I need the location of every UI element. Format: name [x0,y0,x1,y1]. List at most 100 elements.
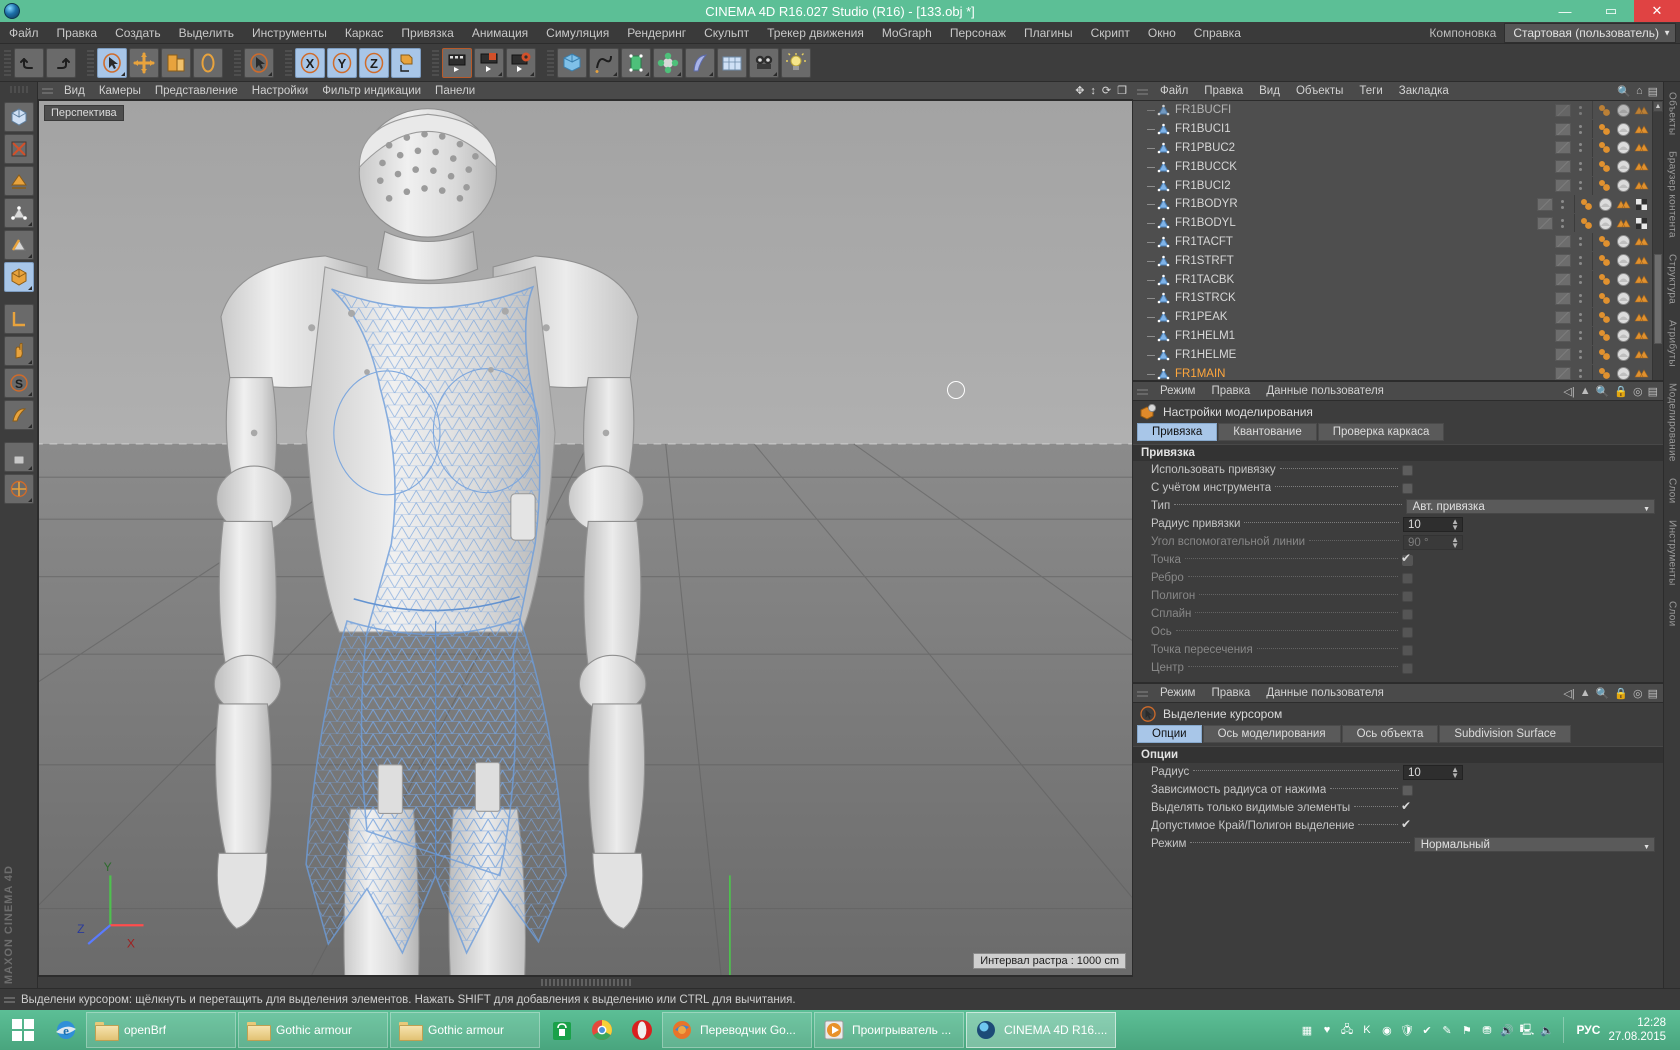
uvw-tag-icon[interactable] [1634,178,1649,193]
checkmark-icon[interactable]: ✔ [1418,1022,1435,1039]
object-row[interactable]: FR1HELM1 [1133,326,1652,346]
layer-swatch[interactable] [1555,310,1571,324]
selection-option-number-field[interactable]: 10 ▲ ▼ [1403,764,1463,780]
volume-icon[interactable]: 🔊 [1498,1022,1515,1039]
object-row[interactable]: FR1BUCCK [1133,157,1652,176]
uvw-tag-icon[interactable] [1634,272,1649,287]
camera-icon[interactable] [749,47,779,78]
toolbar-grip-5[interactable] [432,47,439,78]
object-row[interactable]: FR1STRCK [1133,289,1652,308]
object-mode-icon[interactable] [3,262,34,292]
scrollbar-grip[interactable] [540,979,631,986]
polygon-object-icon[interactable] [1157,217,1170,229]
snapping-checkbox[interactable] [1402,626,1413,638]
snapping-number-field[interactable]: 10 ▲ ▼ [1403,516,1463,532]
attributes-bottom-menu-item-2[interactable]: Данные пользователя [1258,684,1392,703]
toolbar-grip[interactable] [4,47,11,78]
rotate-icon[interactable] [193,47,223,78]
polygon-object-icon[interactable] [1157,330,1170,342]
object-manager-menu-item-5[interactable]: Закладка [1391,82,1457,101]
object-name[interactable]: FR1BUCI1 [1175,123,1231,135]
polygon-object-icon[interactable] [1157,180,1170,192]
material-tag-icon[interactable] [1598,197,1613,212]
phong-tag-icon[interactable] [1598,328,1613,343]
axis-y-icon[interactable]: Y [327,47,357,78]
layer-swatch[interactable] [1555,348,1571,362]
visibility-dots[interactable] [1575,237,1585,247]
object-name[interactable]: FR1BODYL [1175,217,1236,229]
vertical-tab-4[interactable]: Моделирование [1667,377,1678,468]
render-settings-icon[interactable] [506,47,536,78]
object-name[interactable]: FR1HELME [1175,349,1236,361]
layer-swatch[interactable] [1555,160,1571,174]
phong-tag-icon[interactable] [1598,159,1613,174]
maximize-button[interactable]: ▭ [1588,0,1634,22]
store-icon[interactable] [542,1010,582,1050]
menu-item-10[interactable]: Скульпт [695,22,758,44]
viewport-menu-item-1[interactable]: Камеры [92,82,148,100]
render-view-icon[interactable] [442,47,472,78]
visibility-dots[interactable] [1575,143,1585,153]
material-tag-icon[interactable] [1616,328,1631,343]
visibility-dots[interactable] [1575,293,1585,303]
pan-icon[interactable]: ✥ [1075,84,1084,97]
material-tag-icon[interactable] [1616,253,1631,268]
object-row[interactable]: FR1BUCFI [1133,101,1652,120]
object-name[interactable]: FR1PBUC2 [1175,142,1235,154]
start-button[interactable] [0,1010,46,1050]
visibility-dots[interactable] [1575,105,1585,115]
left-palette-grip[interactable] [9,86,28,93]
internet-explorer-icon[interactable]: e [46,1010,86,1050]
object-manager-grip[interactable] [1137,86,1148,96]
material-tag-icon[interactable] [1616,366,1631,380]
object-row[interactable]: FR1BODYL [1133,214,1652,233]
home-icon[interactable]: ⌂ [1636,85,1643,97]
object-name[interactable]: FR1BUCI2 [1175,180,1231,192]
axis-x-icon[interactable]: X [295,47,325,78]
usb-icon[interactable]: ⛃ [1478,1022,1495,1039]
selection-option-checkbox[interactable] [1401,817,1413,832]
viewport-menu-item-5[interactable]: Панели [428,82,482,100]
workplane-icon[interactable] [3,304,34,334]
object-list[interactable]: FR1BUCFI FR1BUCI1 FR1PBUC2 FR1BUCCK FR1BUCI2… [1133,101,1663,380]
spinner-icon[interactable]: ▲ ▼ [1451,765,1459,779]
viewport-canvas[interactable]: Y X Z Перспектива Интервал растра : 1000… [38,100,1133,976]
uvw-tag-icon[interactable] [1634,159,1649,174]
polygon-object-icon[interactable] [1157,123,1170,135]
pin-icon[interactable]: ◎ [1633,385,1643,398]
modelling-tab-1[interactable]: Квантование [1218,423,1317,441]
vertical-tab-2[interactable]: Структура [1667,248,1678,310]
visibility-dots[interactable] [1557,199,1567,209]
sound-icon[interactable]: 🔈 [1538,1022,1555,1039]
object-row[interactable]: FR1MAIN [1133,364,1652,380]
object-row[interactable]: FR1BUCI1 [1133,120,1652,139]
menu-item-2[interactable]: Создать [106,22,170,44]
menu-item-12[interactable]: MoGraph [873,22,941,44]
vertical-tab-5[interactable]: Слои [1667,472,1678,510]
attributes-bottom-menu-item-0[interactable]: Режим [1152,684,1203,703]
polygon-object-icon[interactable] [1157,236,1170,248]
polygon-object-icon[interactable] [1157,255,1170,267]
object-row[interactable]: FR1BODYR [1133,195,1652,214]
panel-menu-icon[interactable]: ▤ [1648,85,1658,98]
maximize-view-icon[interactable]: ❐ [1117,84,1127,97]
environment-icon[interactable] [717,47,747,78]
uvw-tag-icon[interactable] [1616,216,1631,231]
viewport-grip[interactable] [42,86,53,95]
visibility-dots[interactable] [1575,124,1585,134]
uvw-tag-icon[interactable] [1634,366,1649,380]
viewport-menu-item-2[interactable]: Представление [148,82,245,100]
attributes-bottom-header-icons[interactable]: ◁| ▲ 🔍 🔒 ◎ ▤ [1563,687,1663,700]
spinner-icon[interactable]: ▲ ▼ [1451,535,1459,549]
array-icon[interactable] [653,47,683,78]
visibility-dots[interactable] [1575,350,1585,360]
attributes-top-header-icons[interactable]: ◁| ▲ 🔍 🔒 ◎ ▤ [1563,385,1663,398]
polygon-object-icon[interactable] [1157,142,1170,154]
object-row[interactable]: FR1BUCI2 [1133,176,1652,195]
menu-item-9[interactable]: Рендеринг [618,22,695,44]
monitor-icon[interactable]: 🖳 [1518,1022,1535,1039]
spinner-icon[interactable]: ▲ ▼ [1451,517,1459,531]
material-tag-icon[interactable] [1616,310,1631,325]
selection-option-dropdown[interactable]: Нормальный ▼ [1413,836,1655,852]
material-tag-icon[interactable] [1598,216,1613,231]
